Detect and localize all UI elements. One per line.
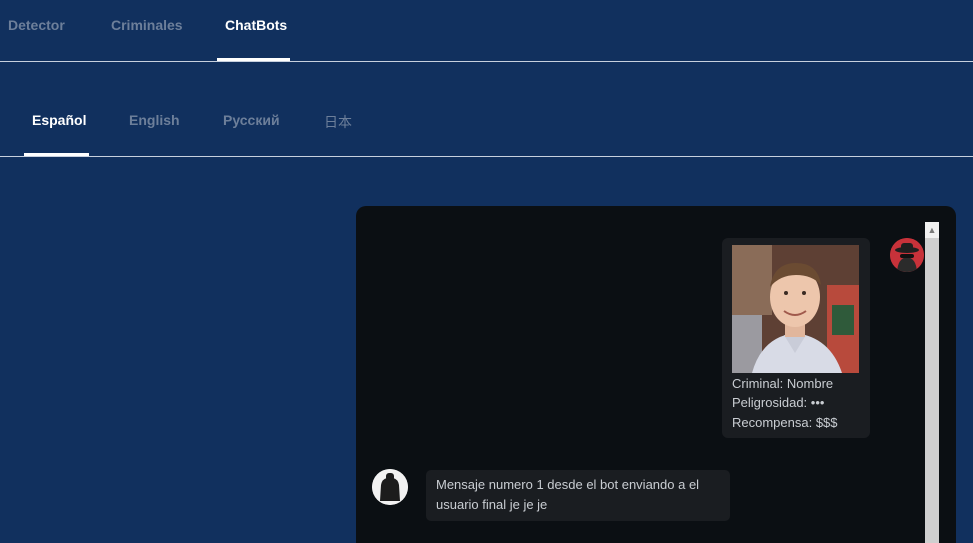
tab-chatbots[interactable]: ChatBots bbox=[225, 17, 287, 33]
bot-figure-icon bbox=[372, 469, 408, 505]
criminal-reward: Recompensa: $$$ bbox=[732, 415, 838, 430]
user-avatar bbox=[372, 469, 408, 505]
main-nav: Detector Criminales ChatBots bbox=[0, 0, 973, 62]
criminal-photo bbox=[732, 245, 859, 373]
language-tabs: Español English Русский 日本 bbox=[0, 62, 973, 157]
spy-icon bbox=[890, 238, 924, 272]
chat-message-bubble: Mensaje numero 1 desde el bot enviando a… bbox=[426, 470, 730, 521]
chat-scrollbar[interactable]: ▲ bbox=[925, 222, 939, 543]
criminal-card: Criminal: Nombre Peligrosidad: ••• Recom… bbox=[722, 238, 870, 438]
scrollbar-thumb[interactable] bbox=[925, 238, 939, 543]
scroll-up-arrow-icon[interactable]: ▲ bbox=[925, 222, 939, 238]
tab-detector[interactable]: Detector bbox=[8, 17, 65, 33]
active-tab-indicator bbox=[217, 58, 290, 61]
active-language-indicator bbox=[24, 153, 89, 156]
tab-english[interactable]: English bbox=[129, 112, 180, 128]
criminal-name: Criminal: Nombre bbox=[732, 376, 834, 391]
tab-russian[interactable]: Русский bbox=[223, 112, 280, 128]
tab-japanese[interactable]: 日本 bbox=[324, 112, 352, 132]
tab-criminales[interactable]: Criminales bbox=[111, 17, 183, 33]
criminal-danger: Peligrosidad: ••• bbox=[732, 395, 825, 410]
criminal-photo-image bbox=[732, 245, 859, 373]
chat-panel: Criminal: Nombre Peligrosidad: ••• Recom… bbox=[356, 206, 956, 543]
bot-avatar bbox=[890, 238, 924, 272]
tab-espanol[interactable]: Español bbox=[32, 112, 86, 128]
